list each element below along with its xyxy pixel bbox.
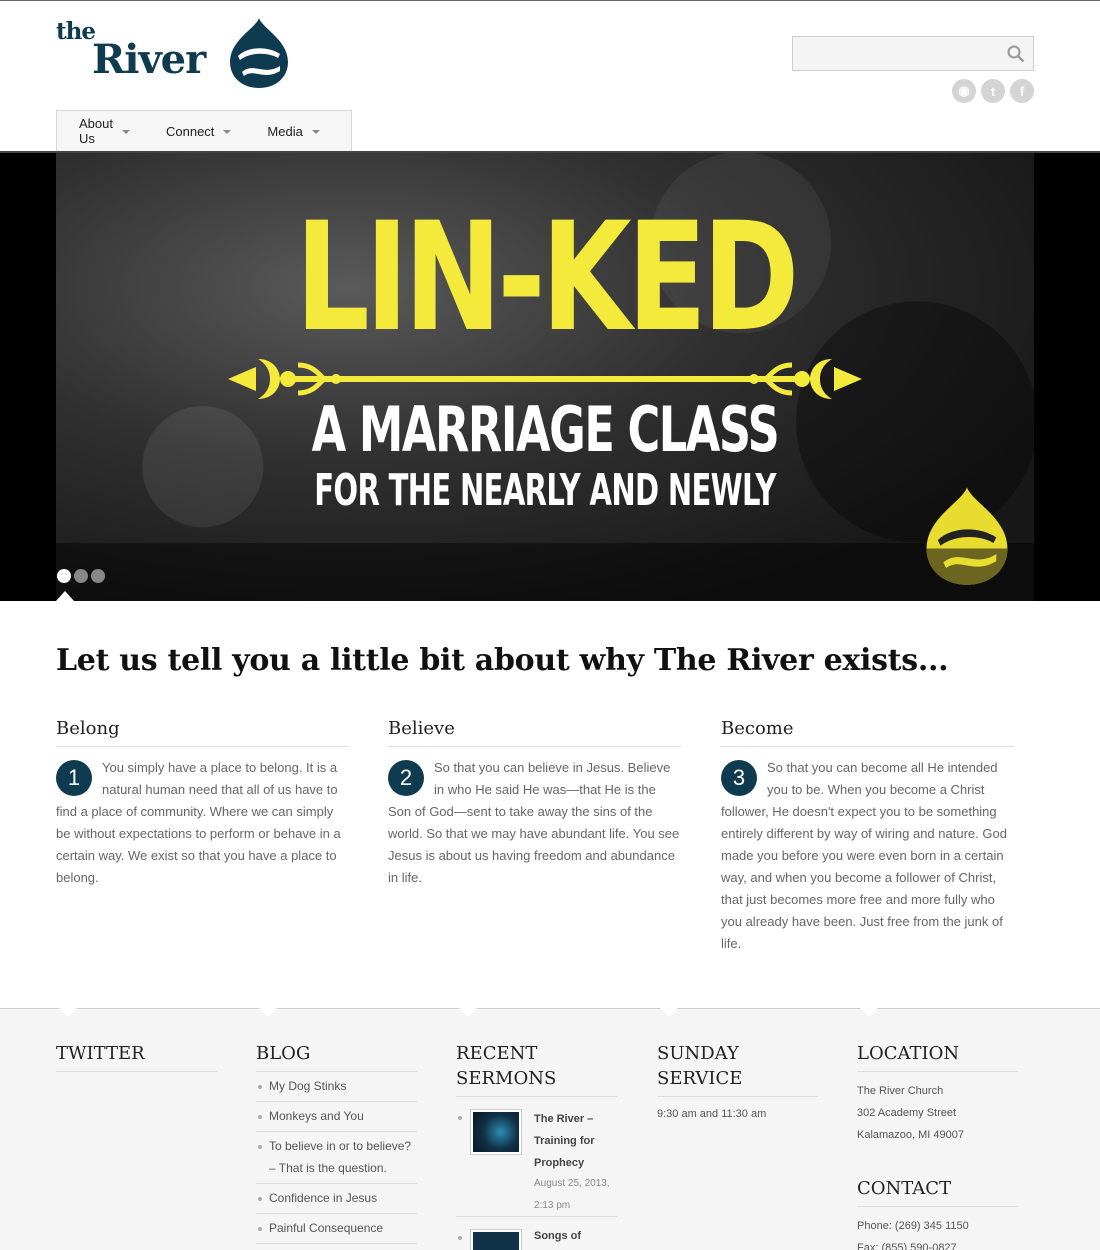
hero-line-2: FOR THE NEARLY AND NEWLY [314, 465, 776, 516]
column-become: Become 3 So that you can become all He i… [721, 718, 1014, 955]
facebook-icon[interactable]: f [1010, 79, 1034, 103]
rss-icon[interactable]: ◉ [952, 79, 976, 103]
footer-twitter: TWITTER [56, 1041, 217, 1072]
fax: Fax: (855) 590-0827 [857, 1242, 957, 1250]
church-name: The River Church [857, 1085, 944, 1097]
footer-service: SUNDAY SERVICE 9:30 am and 11:30 am [657, 1041, 818, 1125]
logo-river-text: River [92, 36, 206, 83]
nav-item-about-us[interactable]: About Us [79, 116, 130, 146]
top-border [0, 0, 1100, 1]
chevron-down-icon [223, 130, 232, 134]
column-believe: Believe 2 So that you can believe in Jes… [388, 718, 681, 889]
footer: TWITTER BLOG My Dog Stinks Monkeys and Y… [0, 1008, 1100, 1250]
footer-location: LOCATION The River Church 302 Academy St… [857, 1041, 1018, 1250]
search-box[interactable] [792, 36, 1034, 71]
sermon-item[interactable]: The River – Training for Prophecy August… [456, 1097, 617, 1217]
river-drop-logo-icon [926, 487, 1008, 585]
twitter-icon[interactable]: t [981, 79, 1005, 103]
footer-sermons: RECENT SERMONS The River – Training for … [456, 1041, 617, 1250]
column-text: So that you can believe in Jesus. Believ… [388, 760, 680, 885]
search-icon[interactable] [1007, 45, 1025, 63]
footer-heading: CONTACT [857, 1176, 1018, 1207]
hero-slider: LIN-KED A MARRIAGE CLASS FOR THE NEARLY … [0, 151, 1100, 601]
blog-post-link[interactable]: To believe in or to believe? – That is t… [256, 1132, 417, 1184]
bullet [458, 1236, 462, 1240]
nav-label: Media [267, 123, 303, 139]
slider-dots [57, 569, 105, 583]
column-heading: Believe [388, 718, 681, 747]
number-badge: 2 [388, 760, 424, 796]
nav-item-connect[interactable]: Connect [165, 123, 232, 139]
site-logo[interactable]: the River [56, 14, 296, 94]
footer-heading: TWITTER [56, 1041, 217, 1072]
column-heading: Become [721, 718, 1014, 747]
river-drop-icon [230, 18, 288, 88]
column-heading: Belong [56, 718, 349, 747]
blog-list: My Dog Stinks Monkeys and You To believe… [256, 1072, 417, 1244]
column-text-wrap: 1 You simply have a place to belong. It … [56, 757, 349, 889]
phone: Phone: (269) 345 1150 [857, 1220, 969, 1232]
sermon-date: August 25, 2013, 2:13 pm [534, 1178, 610, 1211]
column-belong: Belong 1 You simply have a place to belo… [56, 718, 349, 889]
hero-headline: LIN-KED [295, 191, 799, 365]
intro-title: Let us tell you a little bit about why T… [56, 643, 949, 678]
footer-notch [59, 1008, 77, 1017]
footer-heading: SUNDAY SERVICE [657, 1041, 818, 1097]
slider-dot-1[interactable] [57, 569, 71, 583]
column-text-wrap: 2 So that you can believe in Jesus. Beli… [388, 757, 681, 889]
sermon-thumbnail[interactable] [470, 1229, 522, 1250]
blog-post-link[interactable]: My Dog Stinks [256, 1072, 417, 1102]
nav-item-media[interactable]: Media [267, 123, 320, 139]
blog-post-link[interactable]: Painful Consequence [256, 1214, 417, 1244]
slider-dot-3[interactable] [91, 569, 105, 583]
bullet [458, 1116, 462, 1120]
sermon-title[interactable]: Songs of [534, 1230, 581, 1242]
search-input[interactable] [793, 37, 993, 70]
chevron-down-icon [121, 130, 130, 134]
footer-heading: LOCATION [857, 1041, 1018, 1072]
footer-heading: RECENT SERMONS [456, 1041, 617, 1097]
chevron-down-icon [311, 130, 320, 134]
blog-post-link[interactable]: Confidence in Jesus [256, 1184, 417, 1214]
sermon-item[interactable]: Songs of [456, 1217, 617, 1250]
social-links: ◉ t f [952, 79, 1034, 103]
caption-bar [56, 543, 1034, 601]
number-badge: 3 [721, 760, 757, 796]
logo-the-text: the [56, 18, 96, 45]
city: Kalamazoo, MI 49007 [857, 1129, 965, 1141]
slider-dot-2[interactable] [74, 569, 88, 583]
column-text-wrap: 3 So that you can become all He intended… [721, 757, 1014, 955]
sermon-thumbnail[interactable] [470, 1109, 522, 1155]
nav-label: Connect [165, 123, 215, 139]
column-text: You simply have a place to belong. It is… [56, 760, 341, 885]
sermon-title[interactable]: The River – Training for Prophecy [534, 1108, 614, 1174]
contact-info: Phone: (269) 345 1150 Fax: (855) 590-082… [857, 1215, 1018, 1250]
nav-label: About Us [79, 116, 113, 146]
footer-heading: BLOG [256, 1041, 417, 1072]
footer-notch [459, 1008, 477, 1017]
slider-pointer [56, 591, 74, 601]
number-badge: 1 [56, 760, 92, 796]
street: 302 Academy Street [857, 1107, 957, 1119]
footer-notch [660, 1008, 678, 1017]
address: The River Church 302 Academy Street Kala… [857, 1080, 1018, 1146]
footer-notch [860, 1008, 878, 1017]
service-times: 9:30 am and 11:30 am [657, 1108, 767, 1120]
hero-slide[interactable]: LIN-KED A MARRIAGE CLASS FOR THE NEARLY … [56, 153, 1034, 601]
blog-post-link[interactable]: Monkeys and You [256, 1102, 417, 1132]
hero-line-1: A MARRIAGE CLASS [311, 393, 780, 466]
column-text: So that you can become all He intended y… [721, 760, 1007, 951]
footer-blog: BLOG My Dog Stinks Monkeys and You To be… [256, 1041, 417, 1244]
main-nav: About Us Connect Media [56, 110, 352, 151]
footer-notch [259, 1008, 277, 1017]
